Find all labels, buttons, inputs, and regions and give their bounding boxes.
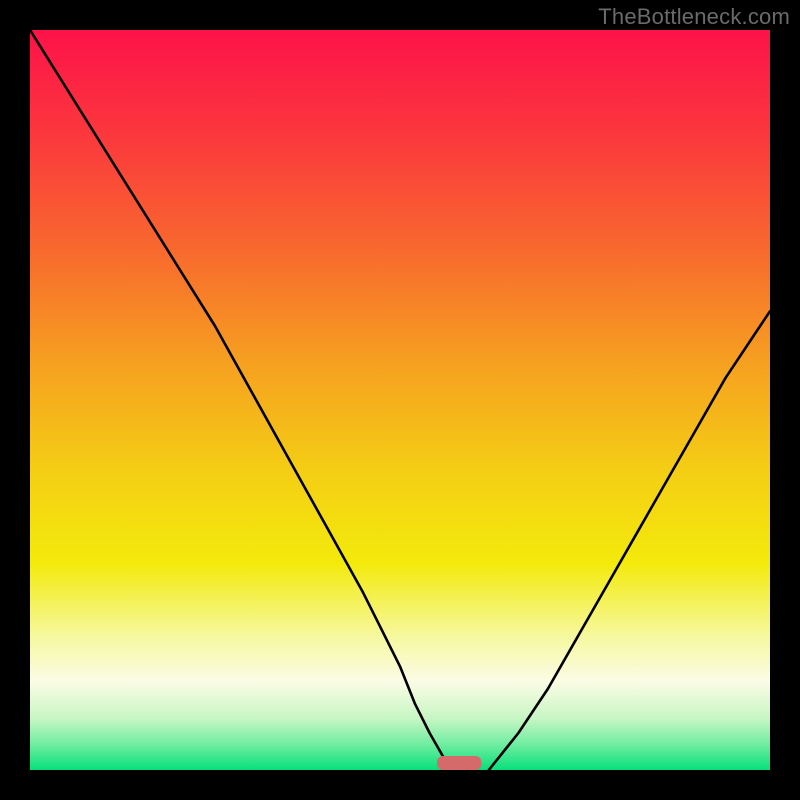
- valley-marker: [437, 756, 481, 770]
- gradient-background: [30, 30, 770, 770]
- plot-area: [30, 30, 770, 770]
- chart-frame: TheBottleneck.com: [0, 0, 800, 800]
- bottleneck-chart-svg: [30, 30, 770, 770]
- watermark-text: TheBottleneck.com: [598, 4, 790, 30]
